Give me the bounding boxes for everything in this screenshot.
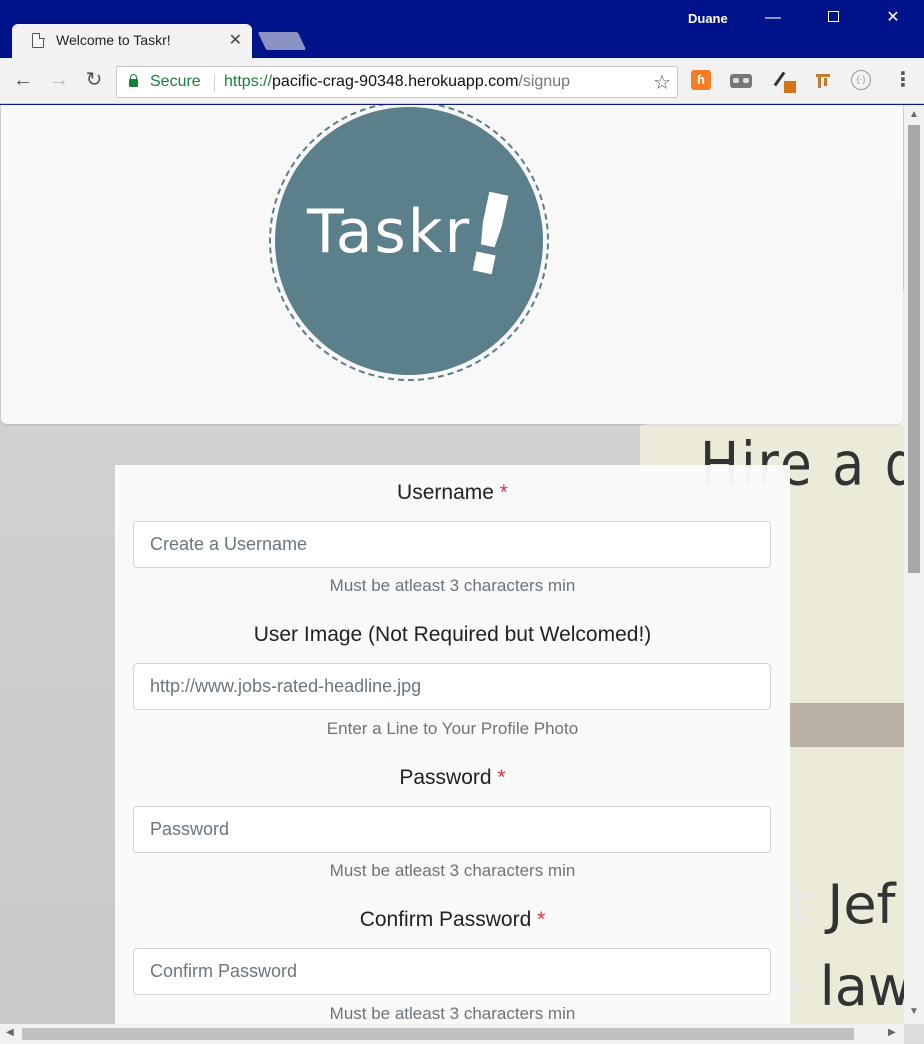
password-input[interactable] xyxy=(133,806,771,853)
title-bar: Welcome to Taskr! ✕ Duane — ✕ xyxy=(0,0,924,58)
logo-text: Taskr xyxy=(307,197,472,267)
address-bar[interactable]: Secure https://pacific-crag-90348.heroku… xyxy=(116,66,678,98)
close-window-button[interactable]: ✕ xyxy=(870,4,916,32)
password-label: Password * xyxy=(115,766,790,790)
back-button[interactable]: ← xyxy=(11,68,35,92)
vertical-scroll-thumb[interactable] xyxy=(908,125,920,573)
tab-title: Welcome to Taskr! xyxy=(56,32,171,48)
browser-menu-icon[interactable]: ⋮ xyxy=(893,68,913,92)
scroll-up-icon[interactable]: ▲ xyxy=(909,109,919,120)
username-label: Username * xyxy=(115,481,790,505)
url-path: /signup xyxy=(518,73,570,90)
logo-circle: Taskr ! xyxy=(275,107,543,375)
page-viewport: Hire a d Get Jef the law Taskr ! Usernam… xyxy=(0,105,904,1024)
scrollbar-corner xyxy=(904,1024,924,1044)
logo-exclamation: ! xyxy=(452,167,528,303)
confirm-password-help: Must be atleast 3 characters min xyxy=(329,1004,576,1023)
user-image-label: User Image (Not Required but Welcomed!) xyxy=(253,623,652,646)
ruler-leg xyxy=(818,74,821,88)
lock-icon xyxy=(129,74,138,87)
background-strip xyxy=(790,703,904,747)
scroll-left-icon[interactable]: ◀ xyxy=(6,1027,14,1038)
braces-extension-icon[interactable]: {·} xyxy=(851,70,871,90)
horizontal-scroll-thumb[interactable] xyxy=(22,1028,854,1040)
horizontal-scrollbar[interactable]: ◀ ▶ xyxy=(0,1024,904,1044)
h-extension-icon[interactable]: ɦ xyxy=(691,70,711,90)
address-divider xyxy=(214,74,215,92)
page-icon xyxy=(32,32,45,48)
reload-button[interactable]: ↻ xyxy=(82,68,106,92)
required-marker: * xyxy=(499,481,508,504)
password-label-text: Password xyxy=(399,766,492,789)
user-image-help: Enter a Line to Your Profile Photo xyxy=(326,719,579,738)
tab-welcome-to-taskr[interactable]: Welcome to Taskr! ✕ xyxy=(12,24,252,58)
scroll-right-icon[interactable]: ▶ xyxy=(888,1027,896,1038)
taskr-logo[interactable]: Taskr ! xyxy=(269,105,549,381)
maximize-icon xyxy=(827,11,839,22)
username-input[interactable] xyxy=(133,521,771,568)
url-host: pacific-crag-90348.herokuapp.com xyxy=(272,73,519,90)
username-help: Must be atleast 3 characters min xyxy=(329,576,576,595)
ruler-leg-short xyxy=(824,78,827,86)
vertical-scrollbar[interactable]: ▲ ▼ xyxy=(904,105,924,1024)
password-help: Must be atleast 3 characters min xyxy=(329,861,576,880)
scroll-down-icon[interactable]: ▼ xyxy=(909,1006,919,1017)
username-label-text: Username xyxy=(397,481,494,504)
url-text[interactable]: https://pacific-crag-90348.herokuapp.com… xyxy=(224,73,570,91)
secure-label[interactable]: Secure xyxy=(150,73,201,91)
background-note-text-3: law xyxy=(819,955,904,1018)
signup-form: Username * Must be atleast 3 characters … xyxy=(115,465,790,1024)
confirm-password-input[interactable] xyxy=(133,948,771,995)
glasses-extension-icon[interactable] xyxy=(730,74,752,88)
forward-button[interactable]: → xyxy=(47,68,71,92)
tab-close-icon[interactable]: ✕ xyxy=(229,30,242,50)
minimize-button[interactable]: — xyxy=(750,4,796,32)
new-tab-button[interactable] xyxy=(257,32,307,50)
header-card: Taskr ! xyxy=(1,105,903,424)
swatch-shape xyxy=(784,81,796,93)
background-note-text-2: Jef xyxy=(827,873,896,936)
user-image-url-input[interactable] xyxy=(133,663,771,710)
maximize-button[interactable] xyxy=(810,4,856,32)
confirm-password-label-text: Confirm Password xyxy=(359,908,532,931)
bookmark-star-icon[interactable]: ☆ xyxy=(653,70,671,95)
url-scheme: https:// xyxy=(224,73,273,90)
required-marker: * xyxy=(497,766,506,789)
profile-user-name[interactable]: Duane xyxy=(688,11,728,26)
confirm-password-label: Confirm Password * xyxy=(115,908,790,932)
required-marker: * xyxy=(537,908,546,931)
color-picker-extension-icon[interactable] xyxy=(773,70,796,93)
ruler-extension-icon[interactable] xyxy=(812,70,832,90)
